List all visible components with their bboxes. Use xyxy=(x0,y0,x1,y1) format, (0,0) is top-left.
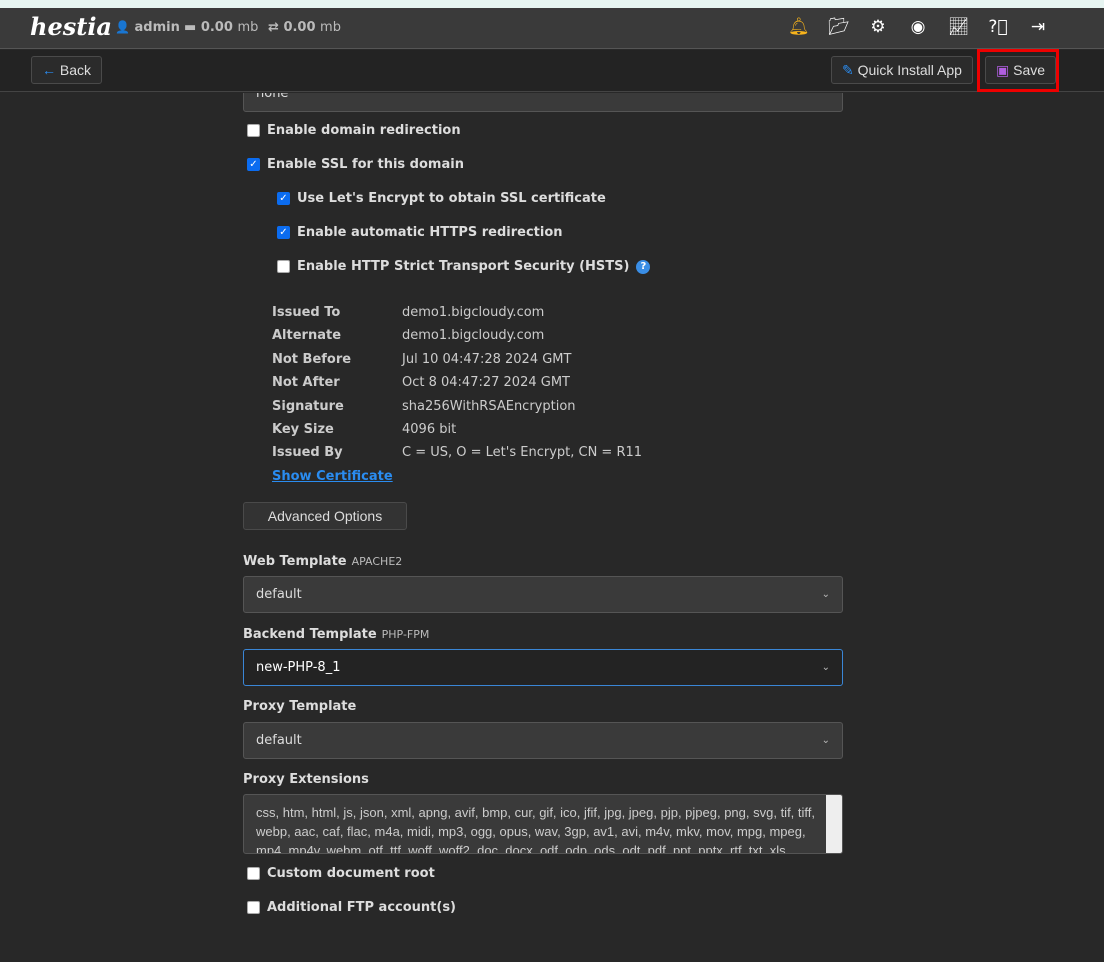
checkbox[interactable] xyxy=(247,901,260,914)
cert-key: Issued By xyxy=(272,445,343,461)
user-stat[interactable]: 👤 admin xyxy=(115,20,180,35)
ssl-checkbox[interactable]: ✓ Enable SSL for this domain xyxy=(247,157,464,172)
cert-key: Issued To xyxy=(272,305,341,320)
cert-value: demo1.bigcloudy.com xyxy=(402,328,545,344)
gear-icon[interactable]: ⚙ xyxy=(868,17,888,37)
cert-value: Jul 10 04:47:28 2024 GMT xyxy=(402,351,572,367)
username: admin xyxy=(134,20,180,35)
checkbox[interactable] xyxy=(247,867,260,880)
ftp-label: Additional FTP account(s) xyxy=(267,900,457,915)
backend-template-select[interactable]: new-PHP-8_1 ⌄ xyxy=(243,649,843,686)
extensions-text: css, htm, html, js, json, xml, apng, avi… xyxy=(256,805,815,854)
back-label: Back xyxy=(59,62,92,78)
show-certificate-link[interactable]: Show Certificate xyxy=(272,465,393,488)
cert-value: 4096 bit xyxy=(402,421,457,437)
custom-root-checkbox[interactable]: Custom document root xyxy=(247,866,435,881)
toolbar: ← Back ✎ Quick Install App ▣ Save xyxy=(0,50,1104,92)
cert-key: Not After xyxy=(272,375,340,391)
proxy-template-select[interactable]: default ⌄ xyxy=(243,722,843,759)
bandwidth-value: 0.00 xyxy=(283,20,316,35)
disk-stat: ▬ 0.00 mb xyxy=(184,20,258,35)
chevron-down-icon: ⌄ xyxy=(821,589,830,600)
transfer-icon: ⇄ xyxy=(268,20,279,35)
label-text: Web Template xyxy=(243,554,347,569)
redirect-label: Enable domain redirection xyxy=(267,123,461,138)
cert-key: Key Size xyxy=(272,421,334,437)
redirect-checkbox[interactable]: Enable domain redirection xyxy=(247,123,461,138)
quick-install-button[interactable]: ✎ Quick Install App xyxy=(831,56,973,84)
bandwidth-stat: ⇄ 0.00 mb xyxy=(268,20,341,35)
bell-icon[interactable]: 🔔︎ xyxy=(788,17,810,37)
pencil-icon: ✎ xyxy=(842,62,854,78)
label-tag: APACHE2 xyxy=(351,555,403,568)
select-value: new-PHP-8_1 xyxy=(256,660,341,675)
hsts-label: Enable HTTP Strict Transport Security (H… xyxy=(297,259,630,274)
backend-template-label: Backend Template PHP-FPM xyxy=(243,627,429,642)
cert-value: sha256WithRSAEncryption xyxy=(402,398,576,414)
cert-value: demo1.bigcloudy.com xyxy=(402,305,545,320)
browser-strip xyxy=(0,0,1104,8)
bandwidth-unit: mb xyxy=(320,20,341,35)
arrow-left-icon: ← xyxy=(42,62,56,78)
chart-line-icon[interactable]: 📈︎ xyxy=(948,17,970,37)
logout-icon[interactable]: ⇥ xyxy=(1028,17,1048,37)
top-bar: hestia 👤 admin ▬ 0.00 mb ⇄ 0.00 mb 🔔︎ 📂︎… xyxy=(0,8,1104,49)
cert-key: Not Before xyxy=(272,351,352,367)
ftp-checkbox[interactable]: Additional FTP account(s) xyxy=(247,900,456,915)
advanced-options-button[interactable]: Advanced Options xyxy=(243,502,407,530)
letsencrypt-label: Use Let's Encrypt to obtain SSL certific… xyxy=(297,191,606,206)
cert-value: C = US, O = Let's Encrypt, CN = R11 xyxy=(402,445,643,461)
chevron-down-icon: ⌄ xyxy=(821,735,830,746)
cert-key: Signature xyxy=(272,398,344,414)
cert-value: Oct 8 04:47:27 2024 GMT xyxy=(402,375,570,391)
proxy-extensions-textarea[interactable]: css, htm, html, js, json, xml, apng, avi… xyxy=(243,794,843,854)
select-value: default xyxy=(256,587,302,602)
back-button[interactable]: ← Back xyxy=(31,56,103,84)
help-icon[interactable]: ? xyxy=(636,259,651,274)
highlight-box xyxy=(977,49,1059,92)
letsencrypt-checkbox[interactable]: ✓ Use Let's Encrypt to obtain SSL certifi… xyxy=(277,191,606,206)
scrollbar[interactable] xyxy=(826,795,842,853)
label-text: Backend Template xyxy=(243,627,377,642)
hsts-checkbox[interactable]: Enable HTTP Strict Transport Security (H… xyxy=(277,259,651,274)
ssl-label: Enable SSL for this domain xyxy=(267,157,464,172)
proxy-extensions-label: Proxy Extensions xyxy=(243,772,369,787)
disk-value: 0.00 xyxy=(200,20,233,35)
certificate-details: Issued To demo1.bigcloudy.com Alternate de… xyxy=(272,301,642,488)
disk-icon: ▬ xyxy=(184,20,197,35)
partial-select[interactable]: none xyxy=(243,93,843,112)
user-circle-icon[interactable]: ◉ xyxy=(908,17,928,37)
checkbox[interactable]: ✓ xyxy=(277,192,290,205)
https-redirect-label: Enable automatic HTTPS redirection xyxy=(297,225,563,240)
user-icon: 👤 xyxy=(115,20,130,34)
custom-root-label: Custom document root xyxy=(267,866,435,881)
checkbox[interactable] xyxy=(247,124,260,137)
checkbox[interactable]: ✓ xyxy=(277,226,290,239)
web-template-select[interactable]: default ⌄ xyxy=(243,576,843,613)
cert-key: Alternate xyxy=(272,328,342,344)
label-tag: PHP-FPM xyxy=(381,628,430,641)
chevron-down-icon: ⌄ xyxy=(821,662,830,673)
checkbox[interactable]: ✓ xyxy=(247,158,260,171)
checkbox[interactable] xyxy=(277,260,290,273)
question-circle-icon[interactable]: ?⃝ xyxy=(988,17,1008,37)
select-value: default xyxy=(256,733,302,748)
disk-unit: mb xyxy=(237,20,259,35)
folder-open-icon[interactable]: 📂︎ xyxy=(828,17,850,37)
proxy-template-label: Proxy Template xyxy=(243,699,357,714)
https-redirect-checkbox[interactable]: ✓ Enable automatic HTTPS redirection xyxy=(277,225,563,240)
web-template-label: Web Template APACHE2 xyxy=(243,554,402,569)
partial-select-value: none xyxy=(256,93,289,101)
hestia-logo[interactable]: hestia xyxy=(30,12,112,41)
quick-install-label: Quick Install App xyxy=(857,62,962,78)
